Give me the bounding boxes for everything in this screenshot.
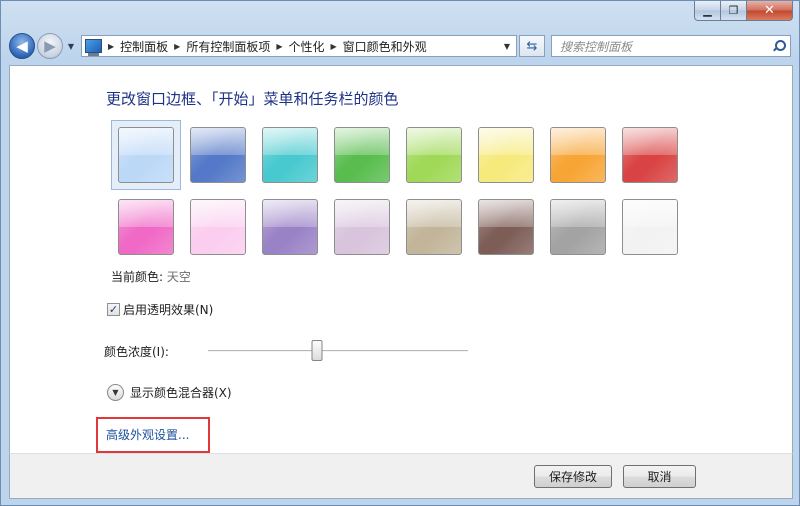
control-panel-icon[interactable]	[85, 39, 102, 56]
back-button[interactable]: ◀	[9, 33, 35, 59]
recent-pages-dropdown[interactable]: ▼	[65, 42, 77, 51]
breadcrumb-chevron-icon[interactable]: ▶	[331, 42, 337, 51]
save-changes-button[interactable]: 保存修改	[534, 465, 612, 488]
color-swatch[interactable]	[111, 192, 181, 262]
color-swatch[interactable]	[183, 192, 253, 262]
minimize-button[interactable]: ▁	[694, 1, 721, 21]
color-swatch-fill[interactable]	[478, 199, 534, 255]
color-swatch[interactable]	[543, 192, 613, 262]
color-swatch-fill[interactable]	[262, 199, 318, 255]
color-swatch-fill[interactable]	[622, 199, 678, 255]
expand-chevron-icon[interactable]: ▼	[107, 384, 124, 401]
color-swatch[interactable]	[327, 120, 397, 190]
color-swatch[interactable]	[327, 192, 397, 262]
current-color-value: 天空	[166, 270, 191, 284]
color-intensity-label: 颜色浓度(I):	[104, 345, 169, 359]
color-swatch-fill[interactable]	[334, 199, 390, 255]
address-bar[interactable]: ▶ 控制面板 ▶ 所有控制面板项 ▶ 个性化 ▶ 窗口颜色和外观 ▼	[81, 35, 517, 57]
search-icon[interactable]	[772, 40, 786, 52]
navigation-bar: ◀ ▶ ▼ ▶ 控制面板 ▶ 所有控制面板项 ▶ 个性化 ▶ 窗口颜色和外观 ▼…	[9, 31, 791, 61]
color-swatch-fill[interactable]	[118, 127, 174, 183]
search-box[interactable]: 搜索控制面板	[551, 35, 791, 57]
color-swatch[interactable]	[255, 192, 325, 262]
transparency-label[interactable]: 启用透明效果(N)	[123, 301, 213, 318]
slider-thumb[interactable]	[311, 340, 323, 361]
color-swatch[interactable]	[399, 192, 469, 262]
color-swatch-fill[interactable]	[118, 199, 174, 255]
advanced-appearance-link[interactable]: 高级外观设置...	[106, 426, 189, 443]
color-swatch-fill[interactable]	[190, 127, 246, 183]
footer: 保存修改 取消	[9, 453, 793, 499]
current-color: 当前颜色: 天空	[111, 268, 191, 285]
color-swatch[interactable]	[183, 120, 253, 190]
breadcrumb-chevron-icon[interactable]: ▶	[108, 42, 114, 51]
color-swatch-fill[interactable]	[334, 127, 390, 183]
page-title: 更改窗口边框、「开始」菜单和任务栏的颜色	[106, 90, 399, 108]
forward-button[interactable]: ▶	[37, 33, 63, 59]
color-swatch[interactable]	[111, 120, 181, 190]
cancel-button[interactable]: 取消	[623, 465, 696, 488]
breadcrumb-all-items[interactable]: 所有控制面板项	[186, 38, 270, 55]
breadcrumb-personalization[interactable]: 个性化	[289, 38, 325, 55]
caption-buttons: ▁ ❐ ✕	[694, 1, 793, 21]
refresh-button[interactable]: ⇆	[519, 35, 545, 57]
color-mixer-toggle-row[interactable]: ▼ 显示颜色混合器(X)	[107, 384, 232, 401]
color-swatch[interactable]	[615, 192, 685, 262]
transparency-checkbox[interactable]: ✓	[107, 303, 120, 316]
transparency-option[interactable]: ✓ 启用透明效果(N)	[107, 301, 213, 318]
current-color-label: 当前颜色:	[111, 270, 164, 284]
breadcrumb-chevron-icon[interactable]: ▶	[276, 42, 282, 51]
color-swatch[interactable]	[399, 120, 469, 190]
color-swatch[interactable]	[471, 192, 541, 262]
color-swatch-fill[interactable]	[406, 199, 462, 255]
breadcrumb-chevron-icon[interactable]: ▶	[174, 42, 180, 51]
color-swatch-fill[interactable]	[262, 127, 318, 183]
refresh-icon: ⇆	[526, 38, 538, 54]
color-swatch-fill[interactable]	[622, 127, 678, 183]
color-intensity-slider[interactable]	[208, 340, 468, 361]
window: ▁ ❐ ✕ ◀ ▶ ▼ ▶ 控制面板 ▶ 所有控制面板项 ▶ 个性化 ▶ 窗口颜…	[0, 0, 800, 506]
color-swatch-fill[interactable]	[550, 127, 606, 183]
breadcrumb-window-color[interactable]: 窗口颜色和外观	[343, 38, 427, 55]
color-swatch-fill[interactable]	[550, 199, 606, 255]
color-swatch-fill[interactable]	[406, 127, 462, 183]
search-input[interactable]: 搜索控制面板	[560, 38, 632, 55]
main-content: 更改窗口边框、「开始」菜单和任务栏的颜色 当前颜色: 天空 ✓ 启用透明效果(N…	[9, 65, 793, 453]
color-mixer-label[interactable]: 显示颜色混合器(X)	[130, 384, 232, 401]
address-dropdown-icon[interactable]: ▼	[498, 42, 516, 51]
breadcrumb-control-panel[interactable]: 控制面板	[120, 38, 168, 55]
color-swatch-fill[interactable]	[478, 127, 534, 183]
color-swatch[interactable]	[615, 120, 685, 190]
color-swatch-fill[interactable]	[190, 199, 246, 255]
color-swatch[interactable]	[255, 120, 325, 190]
close-button[interactable]: ✕	[747, 1, 793, 21]
color-swatch[interactable]	[543, 120, 613, 190]
maximize-button[interactable]: ❐	[721, 1, 747, 21]
color-swatch[interactable]	[471, 120, 541, 190]
